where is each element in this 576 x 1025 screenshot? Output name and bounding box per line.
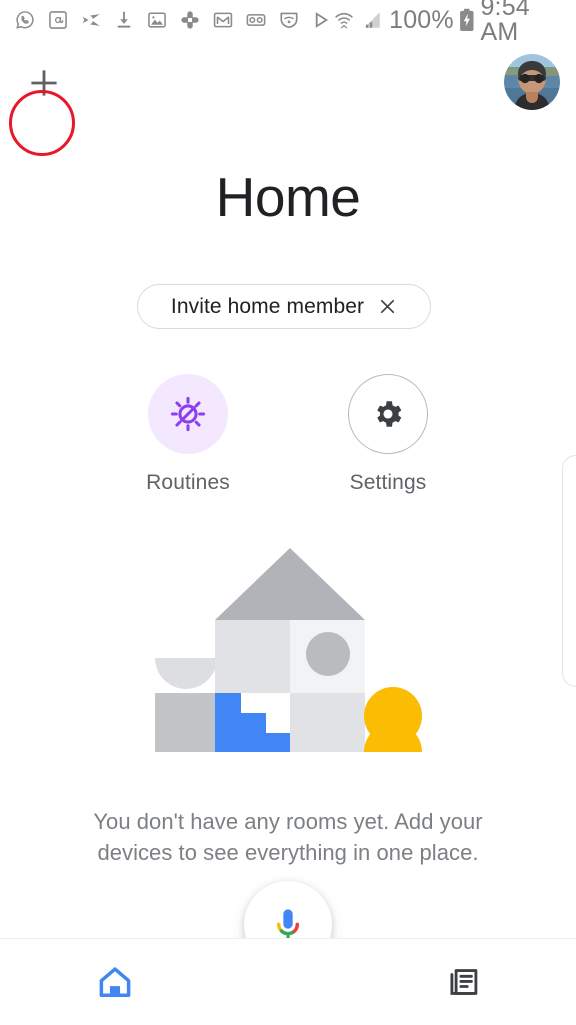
close-icon[interactable] — [378, 297, 397, 316]
battery-charging-icon — [459, 8, 474, 32]
page-title: Home — [215, 166, 361, 228]
empty-state-message: You don't have any rooms yet. Add your d… — [93, 809, 483, 865]
empty-home-illustration — [153, 546, 423, 752]
play-store-icon — [315, 12, 329, 28]
invite-chip-label: Invite home member — [170, 294, 365, 318]
google-photos-icon — [181, 11, 199, 29]
gear-icon — [377, 401, 402, 427]
cellular-signal-icon — [364, 12, 380, 28]
quick-actions: Routines Settings — [0, 374, 576, 495]
voicemail-icon — [246, 14, 266, 26]
status-system-icons: 100% 9:54 AM — [333, 0, 566, 45]
feed-icon — [450, 969, 478, 995]
gmail-icon — [213, 12, 233, 28]
nav-item-home[interactable] — [50, 939, 180, 1025]
whatsapp-icon — [16, 11, 34, 29]
avatar-photo — [504, 54, 560, 110]
photo-icon — [148, 12, 166, 28]
wifi-icon — [335, 12, 353, 29]
bottom-navigation-bar — [0, 938, 576, 1024]
routines-icon-circle — [148, 374, 228, 454]
shield-vpn-icon — [280, 12, 298, 29]
email-at-icon — [49, 11, 67, 29]
invite-home-member-chip[interactable]: Invite home member — [137, 284, 431, 329]
status-bar: 100% 9:54 AM — [0, 0, 576, 45]
settings-icon-circle — [348, 374, 428, 454]
routines-button[interactable]: Routines — [118, 374, 258, 495]
routines-label: Routines — [146, 471, 230, 494]
nav-item-feed[interactable] — [398, 939, 528, 1025]
add-button-highlight-ring — [9, 90, 75, 156]
battery-percent-label: 100% — [389, 5, 454, 34]
app-bar — [0, 40, 576, 156]
profile-avatar[interactable] — [504, 54, 560, 110]
home-icon — [99, 967, 131, 998]
download-icon — [117, 11, 131, 28]
house-graphic — [155, 548, 422, 752]
sun-slash-icon — [170, 396, 206, 432]
status-notification-icons — [14, 9, 333, 31]
settings-button[interactable]: Settings — [318, 374, 458, 495]
broken-image-icon — [82, 14, 100, 26]
settings-label: Settings — [349, 471, 427, 494]
clock-label: 9:54 AM — [480, 0, 530, 46]
